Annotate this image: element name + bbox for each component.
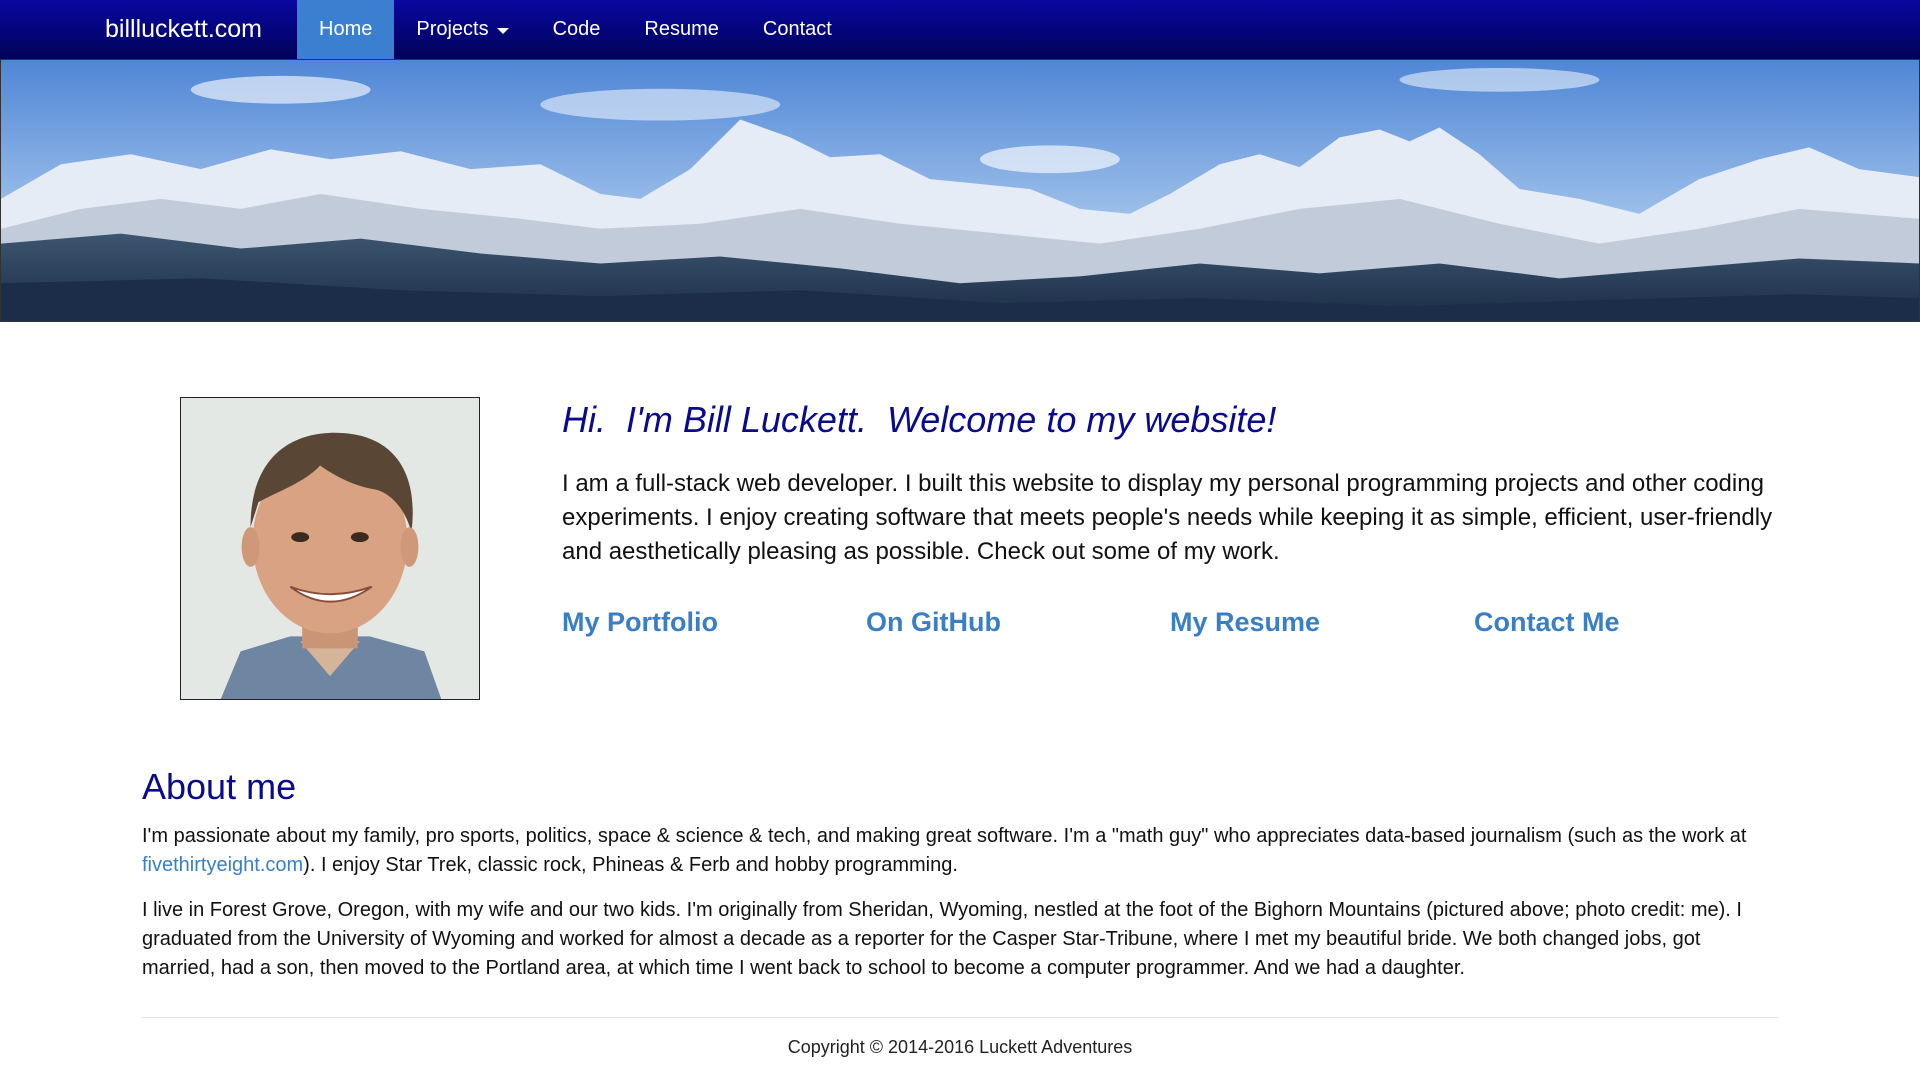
- about-paragraph-1: I'm passionate about my family, pro spor…: [142, 822, 1778, 880]
- top-navbar: billluckett.com Home Projects Code Resum…: [0, 0, 1920, 59]
- profile-photo: [180, 397, 480, 700]
- about-paragraph-2: I live in Forest Grove, Oregon, with my …: [142, 899, 1742, 980]
- resume-link[interactable]: My Resume: [1170, 607, 1474, 638]
- copyright-text: Copyright © 2014-2016 Luckett Adventures: [787, 1037, 1133, 1057]
- portfolio-link[interactable]: My Portfolio: [562, 607, 866, 638]
- contact-me-link[interactable]: Contact Me: [1474, 607, 1778, 638]
- fivethirtyeight-link[interactable]: fivethirtyeight.com: [142, 854, 303, 876]
- nav-item-projects-label: Projects: [416, 18, 489, 40]
- about-p1-text-end: ). I enjoy Star Trek, classic rock, Phin…: [303, 854, 958, 877]
- nav-item-code[interactable]: Code: [531, 0, 623, 59]
- nav-item-home[interactable]: Home: [297, 0, 395, 59]
- about-p1-text-start: I'm passionate about my family, pro spor…: [142, 825, 1747, 848]
- nav-item-resume[interactable]: Resume: [622, 0, 740, 59]
- caret-down-icon: [496, 28, 509, 34]
- footer-divider: [142, 1017, 1778, 1018]
- intro-paragraph: I am a full-stack web developer. I built…: [562, 470, 1773, 566]
- nav-menu: Home Projects Code Resume Contact: [297, 0, 854, 59]
- github-link[interactable]: On GitHub: [866, 607, 1170, 638]
- nav-item-projects[interactable]: Projects: [394, 0, 530, 59]
- about-heading: About me: [142, 766, 297, 807]
- brand-link[interactable]: billluckett.com: [0, 0, 297, 59]
- mountain-banner-image: [0, 59, 1920, 322]
- intro-section: Hi. I'm Bill Luckett. Welcome to my webs…: [562, 398, 1782, 569]
- footer: Copyright © 2014-2016 Luckett Adventures: [0, 1037, 1920, 1058]
- welcome-heading: Hi. I'm Bill Luckett. Welcome to my webs…: [562, 399, 1277, 440]
- about-section: About me I'm passionate about my family,…: [142, 765, 1778, 983]
- portrait-illustration: [181, 398, 479, 699]
- mountain-illustration: [1, 60, 1919, 321]
- quick-links: My Portfolio On GitHub My Resume Contact…: [562, 607, 1778, 638]
- nav-item-contact[interactable]: Contact: [741, 0, 854, 59]
